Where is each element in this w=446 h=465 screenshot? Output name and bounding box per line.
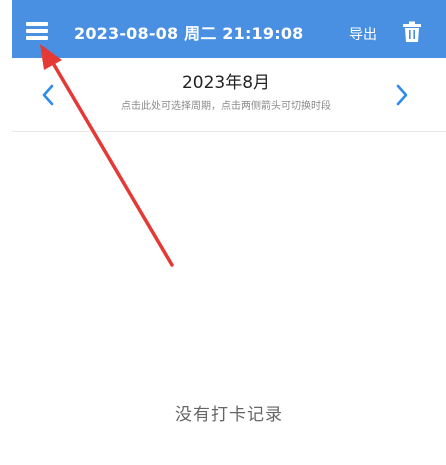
top-header-bar: 2023-08-08 周二 21:19:08 导出 xyxy=(12,0,446,58)
period-title: 2023年8月 xyxy=(181,73,271,93)
period-hint: 点击此处可选择周期，点击两侧箭头可切换时段 xyxy=(121,101,331,112)
empty-records-message: 没有打卡记录 xyxy=(175,405,283,425)
chevron-left-icon xyxy=(42,84,54,106)
page-left-margin xyxy=(0,0,12,465)
hamburger-menu-line xyxy=(26,36,48,40)
hamburger-menu-line xyxy=(26,29,48,33)
next-period-button[interactable] xyxy=(394,82,410,108)
app-screen: 2023-08-08 周二 21:19:08 导出 2023年8月 点击此处可选… xyxy=(12,0,446,465)
trash-icon xyxy=(403,21,421,42)
export-button[interactable]: 导出 xyxy=(349,24,377,44)
delete-button[interactable] xyxy=(400,20,424,44)
period-navigation-bar: 2023年8月 点击此处可选择周期，点击两侧箭头可切换时段 xyxy=(12,58,446,132)
menu-button[interactable] xyxy=(26,21,50,43)
period-selector[interactable]: 2023年8月 点击此处可选择周期，点击两侧箭头可切换时段 xyxy=(72,72,380,112)
current-datetime: 2023-08-08 周二 21:19:08 xyxy=(74,24,304,43)
chevron-right-icon xyxy=(396,84,408,106)
previous-period-button[interactable] xyxy=(40,82,56,108)
hamburger-menu-icon xyxy=(26,22,48,26)
